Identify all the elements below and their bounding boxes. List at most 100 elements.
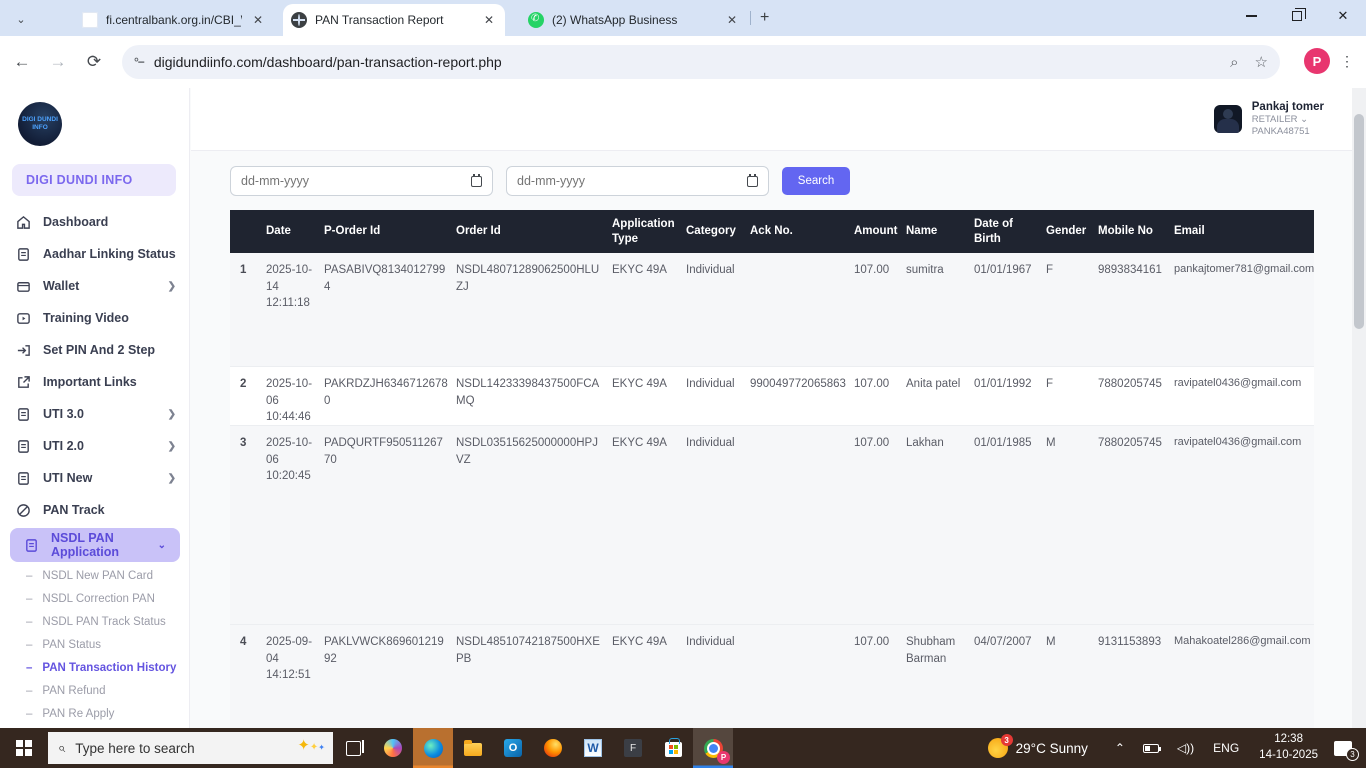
- tab-centralbank[interactable]: fi.centralbank.org.in/CBI_WebA ✕: [74, 4, 274, 36]
- zoom-out-icon[interactable]: ⌕: [1230, 54, 1238, 71]
- language-indicator[interactable]: ENG: [1213, 741, 1239, 755]
- sidebar-subitem-pan-transaction-history[interactable]: –PAN Transaction History: [0, 656, 190, 679]
- cell-gender: F: [1044, 253, 1096, 283]
- user-role[interactable]: RETAILER ⌄: [1252, 114, 1324, 126]
- start-button[interactable]: [0, 728, 48, 768]
- cell-app-type: EKYC 49A: [610, 625, 684, 655]
- tab-close-icon[interactable]: ✕: [250, 12, 266, 28]
- task-view-button[interactable]: [333, 728, 373, 768]
- word-button[interactable]: W: [573, 728, 613, 768]
- sidebar-item-important-links[interactable]: Important Links: [0, 366, 190, 398]
- new-tab-button[interactable]: +: [760, 9, 769, 27]
- cell-mobile: 7880205745: [1096, 367, 1172, 397]
- col-ack-no: Ack No.: [748, 220, 852, 243]
- sidebar-item-pan-track[interactable]: PAN Track: [0, 494, 190, 526]
- sidebar-subitem-nsdl-new-pan-card[interactable]: –NSDL New PAN Card: [0, 564, 190, 587]
- sidebar-item-uti-2[interactable]: UTI 2.0 ❯: [0, 430, 190, 462]
- sidebar-item-training-video[interactable]: Training Video: [0, 302, 190, 334]
- tab-search-button[interactable]: ⌄: [8, 8, 34, 30]
- word-icon: W: [584, 739, 602, 757]
- user-name: Pankaj tomer: [1252, 100, 1324, 114]
- cell-name: sumitra: [904, 253, 972, 283]
- sidebar-item-dashboard[interactable]: Dashboard: [0, 206, 190, 238]
- address-bar[interactable]: °− digidundiinfo.com/dashboard/pan-trans…: [122, 45, 1280, 79]
- user-menu[interactable]: Pankaj tomer RETAILER ⌄ PANKA48751: [1214, 100, 1324, 138]
- tab-whatsapp-business[interactable]: (2) WhatsApp Business ✕: [520, 4, 748, 36]
- cell-gender: F: [1044, 367, 1096, 397]
- bookmark-star-icon[interactable]: ☆: [1255, 53, 1268, 71]
- col-email: Email: [1172, 220, 1314, 243]
- show-hidden-icons-chevron[interactable]: ⌃: [1115, 741, 1125, 755]
- sidebar-subitem-nsdl-correction-pan[interactable]: –NSDL Correction PAN: [0, 587, 190, 610]
- col-order-id: Order Id: [454, 220, 610, 243]
- sidebar-item-aadhar-linking-status[interactable]: Aadhar Linking Status: [0, 238, 190, 270]
- chrome-taskbar-button[interactable]: P: [693, 728, 733, 768]
- sidebar-item-uti-3[interactable]: UTI 3.0 ❯: [0, 398, 190, 430]
- sidebar-subitem-pan-status[interactable]: –PAN Status: [0, 633, 190, 656]
- file-explorer-button[interactable]: [453, 728, 493, 768]
- sidebar-subitem-pan-refund[interactable]: –PAN Refund: [0, 679, 190, 702]
- calendar-icon[interactable]: [471, 176, 482, 187]
- sidebar-subitem-pan-re-apply[interactable]: –PAN Re Apply: [0, 702, 190, 725]
- sidebar-item-nsdl-pan-application[interactable]: NSDL PAN Application ⌄: [10, 528, 180, 562]
- table-row: 3 2025-10-06 10:20:45 PADQURTF9505112677…: [230, 426, 1314, 625]
- subitem-label: NSDL PAN Track Status: [42, 616, 165, 628]
- cell-name: Anita patel: [904, 367, 972, 397]
- filter-row: Search: [230, 166, 850, 196]
- taskbar-search-box[interactable]: ⌕ Type here to search ✦✦✦: [48, 732, 333, 764]
- store-button[interactable]: [653, 728, 693, 768]
- battery-icon[interactable]: [1143, 744, 1159, 753]
- date-from-input[interactable]: [241, 174, 471, 188]
- site-info-icon[interactable]: °−: [134, 55, 144, 69]
- cell-order-id: NSDL14233398437500FCAMQ: [454, 367, 610, 413]
- tab-close-icon[interactable]: ✕: [724, 12, 740, 28]
- firefox-button[interactable]: [533, 728, 573, 768]
- edge-taskbar-button[interactable]: [413, 728, 453, 768]
- taskbar-search-placeholder: Type here to search: [75, 741, 194, 756]
- outlook-button[interactable]: O: [493, 728, 533, 768]
- notification-center-icon[interactable]: 3: [1334, 741, 1352, 756]
- f-app-button[interactable]: F: [613, 728, 653, 768]
- speaker-icon[interactable]: ◁)): [1177, 741, 1194, 755]
- browser-menu-icon[interactable]: ⋮: [1338, 48, 1356, 74]
- sidebar-item-set-pin[interactable]: Set PIN And 2 Step: [0, 334, 190, 366]
- scrollbar-thumb[interactable]: [1354, 114, 1364, 329]
- calendar-icon[interactable]: [747, 176, 758, 187]
- document-icon: [16, 471, 31, 486]
- cell-dob: 01/01/1967: [972, 253, 1044, 283]
- sidebar-item-uti-new[interactable]: UTI New ❯: [0, 462, 190, 494]
- chevron-right-icon: ❯: [168, 409, 176, 420]
- cell-app-type: EKYC 49A: [610, 253, 684, 283]
- weather-sun-icon[interactable]: 3: [988, 738, 1008, 758]
- sidebar-subitem-nsdl-pan-track-status[interactable]: –NSDL PAN Track Status: [0, 610, 190, 633]
- restore-button[interactable]: [1274, 0, 1320, 32]
- forward-button[interactable]: →: [44, 48, 72, 76]
- tab-pan-transaction-report[interactable]: PAN Transaction Report ✕: [283, 4, 505, 36]
- date-from-field[interactable]: [230, 166, 493, 196]
- cell-ack-no: [748, 253, 852, 266]
- taskbar-clock[interactable]: 12:38 14-10-2025: [1259, 732, 1318, 763]
- page-scrollbar[interactable]: [1352, 88, 1366, 728]
- sidebar-item-wallet[interactable]: Wallet ❯: [0, 270, 190, 302]
- cell-category: Individual: [684, 367, 748, 397]
- cell-email: pankajtomer781@gmail.com: [1172, 253, 1320, 282]
- date-to-field[interactable]: [506, 166, 769, 196]
- minimize-button[interactable]: [1228, 0, 1274, 32]
- weather-text[interactable]: 29°C Sunny: [1016, 741, 1088, 756]
- cell-ack-no: [748, 625, 852, 638]
- cell-mobile: 9131153893: [1096, 625, 1172, 655]
- sidebar-item-label: Aadhar Linking Status: [43, 247, 176, 261]
- document-icon: [16, 439, 31, 454]
- reload-button[interactable]: ⟳: [80, 48, 108, 76]
- browser-profile-avatar[interactable]: P: [1304, 48, 1330, 74]
- copilot-icon: [384, 739, 402, 757]
- copilot-button[interactable]: [373, 728, 413, 768]
- back-button[interactable]: ←: [8, 48, 36, 76]
- subitem-label: PAN Status: [42, 639, 101, 651]
- tab-close-icon[interactable]: ✕: [481, 12, 497, 28]
- search-button[interactable]: Search: [782, 167, 850, 195]
- date-to-input[interactable]: [517, 174, 747, 188]
- url-text[interactable]: digidundiinfo.com/dashboard/pan-transact…: [154, 54, 1214, 70]
- close-button[interactable]: ✕: [1320, 0, 1366, 32]
- site-logo: DIGI DUNDI INFO: [18, 102, 62, 146]
